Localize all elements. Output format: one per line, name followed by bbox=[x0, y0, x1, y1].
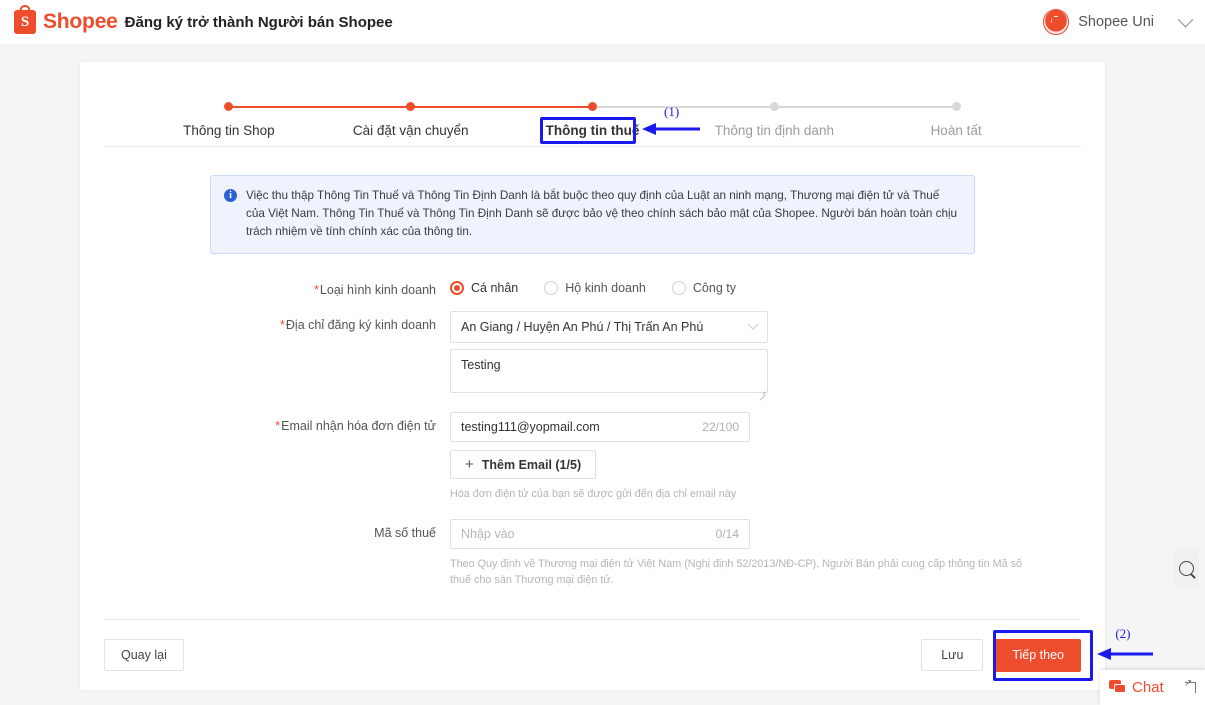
step-dot-icon bbox=[951, 102, 961, 111]
row-address: *Địa chỉ đăng ký kinh doanh An Giang / H… bbox=[80, 311, 1105, 344]
chat-widget[interactable]: Chat bbox=[1100, 670, 1205, 705]
row-email: *Email nhận hóa đơn điện tử testing111@y… bbox=[80, 412, 1105, 443]
label-address-detail-spacer bbox=[80, 349, 450, 398]
radio-label: Hộ kinh doanh bbox=[565, 281, 646, 296]
shopee-uni-logo-icon bbox=[1043, 9, 1070, 35]
add-email-label: Thêm Email (1/5) bbox=[481, 457, 582, 472]
row-tax-code: Mã số thuế Nhập vào 0/14 Theo Quy định v… bbox=[80, 518, 1105, 588]
radio-dot-icon bbox=[544, 281, 559, 296]
step-dot-icon bbox=[406, 102, 416, 111]
add-email-hint: Hóa đơn điện tử của bạn sẽ được gửi đến … bbox=[450, 488, 737, 501]
step-label: Thông tin thuế bbox=[545, 123, 640, 138]
label-address: *Địa chỉ đăng ký kinh doanh bbox=[280, 318, 436, 333]
chevron-down-icon bbox=[1177, 11, 1194, 27]
radio-label: Công ty bbox=[692, 281, 736, 296]
info-banner: i Việc thu thập Thông Tin Thuế và Thông … bbox=[210, 175, 975, 255]
stepper: Thông tin Shop Cài đặt vận chuyển Thông … bbox=[80, 62, 1105, 146]
label-tax-code: Mã số thuế bbox=[374, 525, 436, 540]
address-detail-textarea[interactable] bbox=[450, 349, 768, 394]
required-asterisk: * bbox=[314, 283, 319, 298]
radio-dot-icon bbox=[671, 281, 686, 296]
chat-bubble-icon bbox=[1109, 680, 1126, 695]
row-business-type: *Loại hình kinh doanh Cá nhân Hộ kinh do… bbox=[80, 276, 1105, 297]
chat-label: Chat bbox=[1132, 679, 1164, 696]
step-label: Cài đặt vận chuyển bbox=[352, 123, 469, 138]
annotation-label-1: (1) bbox=[664, 104, 680, 119]
email-input[interactable]: testing111@yopmail.com 22/100 bbox=[450, 412, 750, 443]
tax-form: *Loại hình kinh doanh Cá nhân Hộ kinh do… bbox=[80, 254, 1105, 588]
annotation-arrow-2 bbox=[1097, 647, 1154, 660]
row-add-email: + Thêm Email (1/5) Hóa đơn điện tử của b… bbox=[80, 450, 1105, 502]
shopee-bag-icon: S bbox=[14, 5, 36, 34]
step-label: Hoàn tất bbox=[930, 123, 982, 138]
step-dot-icon bbox=[769, 102, 779, 111]
tax-code-hint: Theo Quy định về Thương mại điện tử Việt… bbox=[450, 557, 1022, 586]
page-title: Đăng ký trở thành Người bán Shopee bbox=[124, 13, 393, 31]
email-counter: 22/100 bbox=[702, 420, 739, 435]
back-button[interactable]: Quay lại bbox=[104, 639, 184, 671]
required-asterisk: * bbox=[280, 318, 285, 333]
info-banner-text: Việc thu thập Thông Tin Thuế và Thông Ti… bbox=[246, 189, 958, 239]
radio-ca-nhan[interactable]: Cá nhân bbox=[450, 281, 519, 296]
card-footer: Quay lại Lưu Tiếp theo (2) bbox=[80, 620, 1154, 690]
expand-icon[interactable] bbox=[1184, 678, 1196, 693]
address-select[interactable]: An Giang / Huyện An Phú / Thị Trấn An Ph… bbox=[450, 311, 768, 344]
plus-icon: + bbox=[465, 456, 474, 474]
label-business-type: *Loại hình kinh doanh bbox=[314, 283, 436, 298]
step-dot-icon bbox=[587, 102, 597, 111]
address-select-value: An Giang / Huyện An Phú / Thị Trấn An Ph… bbox=[461, 320, 704, 335]
account-name: Shopee Uni bbox=[1078, 14, 1154, 30]
tax-code-counter: 0/14 bbox=[715, 526, 739, 541]
brand-wordmark: Shopee bbox=[43, 10, 118, 33]
ring-icon bbox=[1178, 560, 1194, 576]
row-address-detail bbox=[80, 349, 1105, 398]
account-menu-toggle[interactable] bbox=[1177, 11, 1194, 28]
account-area[interactable]: Shopee Uni bbox=[1043, 9, 1158, 35]
next-button[interactable]: Tiếp theo bbox=[995, 638, 1081, 672]
info-icon: i bbox=[224, 189, 237, 202]
radio-dot-icon bbox=[450, 281, 464, 296]
radio-cong-ty[interactable]: Công ty bbox=[671, 281, 736, 296]
step-label: Thông tin Shop bbox=[183, 123, 275, 138]
chevron-down-icon bbox=[747, 318, 759, 331]
stepper-divider bbox=[104, 146, 1081, 147]
top-bar: S Shopee Đăng ký trở thành Người bán Sho… bbox=[0, 0, 1205, 44]
email-value: testing111@yopmail.com bbox=[461, 420, 600, 435]
side-floating-button[interactable] bbox=[1173, 549, 1199, 587]
radio-ho-kinh-doanh[interactable]: Hộ kinh doanh bbox=[544, 281, 646, 296]
annotation-label-2: (2) bbox=[1115, 625, 1131, 641]
step-dot-icon bbox=[224, 102, 234, 111]
annotation-arrow-1 bbox=[642, 123, 700, 135]
registration-card: Thông tin Shop Cài đặt vận chuyển Thông … bbox=[80, 62, 1154, 690]
save-button[interactable]: Lưu bbox=[921, 639, 984, 671]
step-label: Thông tin định danh bbox=[714, 123, 834, 138]
label-email: *Email nhận hóa đơn điện tử bbox=[275, 419, 436, 434]
label-add-email-spacer bbox=[80, 450, 450, 502]
radio-label: Cá nhân bbox=[471, 281, 519, 296]
tax-code-input[interactable]: Nhập vào 0/14 bbox=[450, 518, 750, 549]
add-email-button[interactable]: + Thêm Email (1/5) bbox=[450, 450, 597, 480]
business-type-radio-group[interactable]: Cá nhân Hộ kinh doanh Công ty bbox=[450, 276, 1105, 296]
step-thong-tin-shop[interactable]: Thông tin Shop bbox=[138, 102, 411, 138]
required-asterisk: * bbox=[275, 419, 281, 434]
shopee-logo[interactable]: S Shopee bbox=[14, 5, 118, 34]
address-detail-wrapper bbox=[450, 349, 768, 398]
footer-actions: Lưu Tiếp theo (2) bbox=[921, 626, 1154, 681]
tax-code-placeholder: Nhập vào bbox=[461, 526, 515, 541]
